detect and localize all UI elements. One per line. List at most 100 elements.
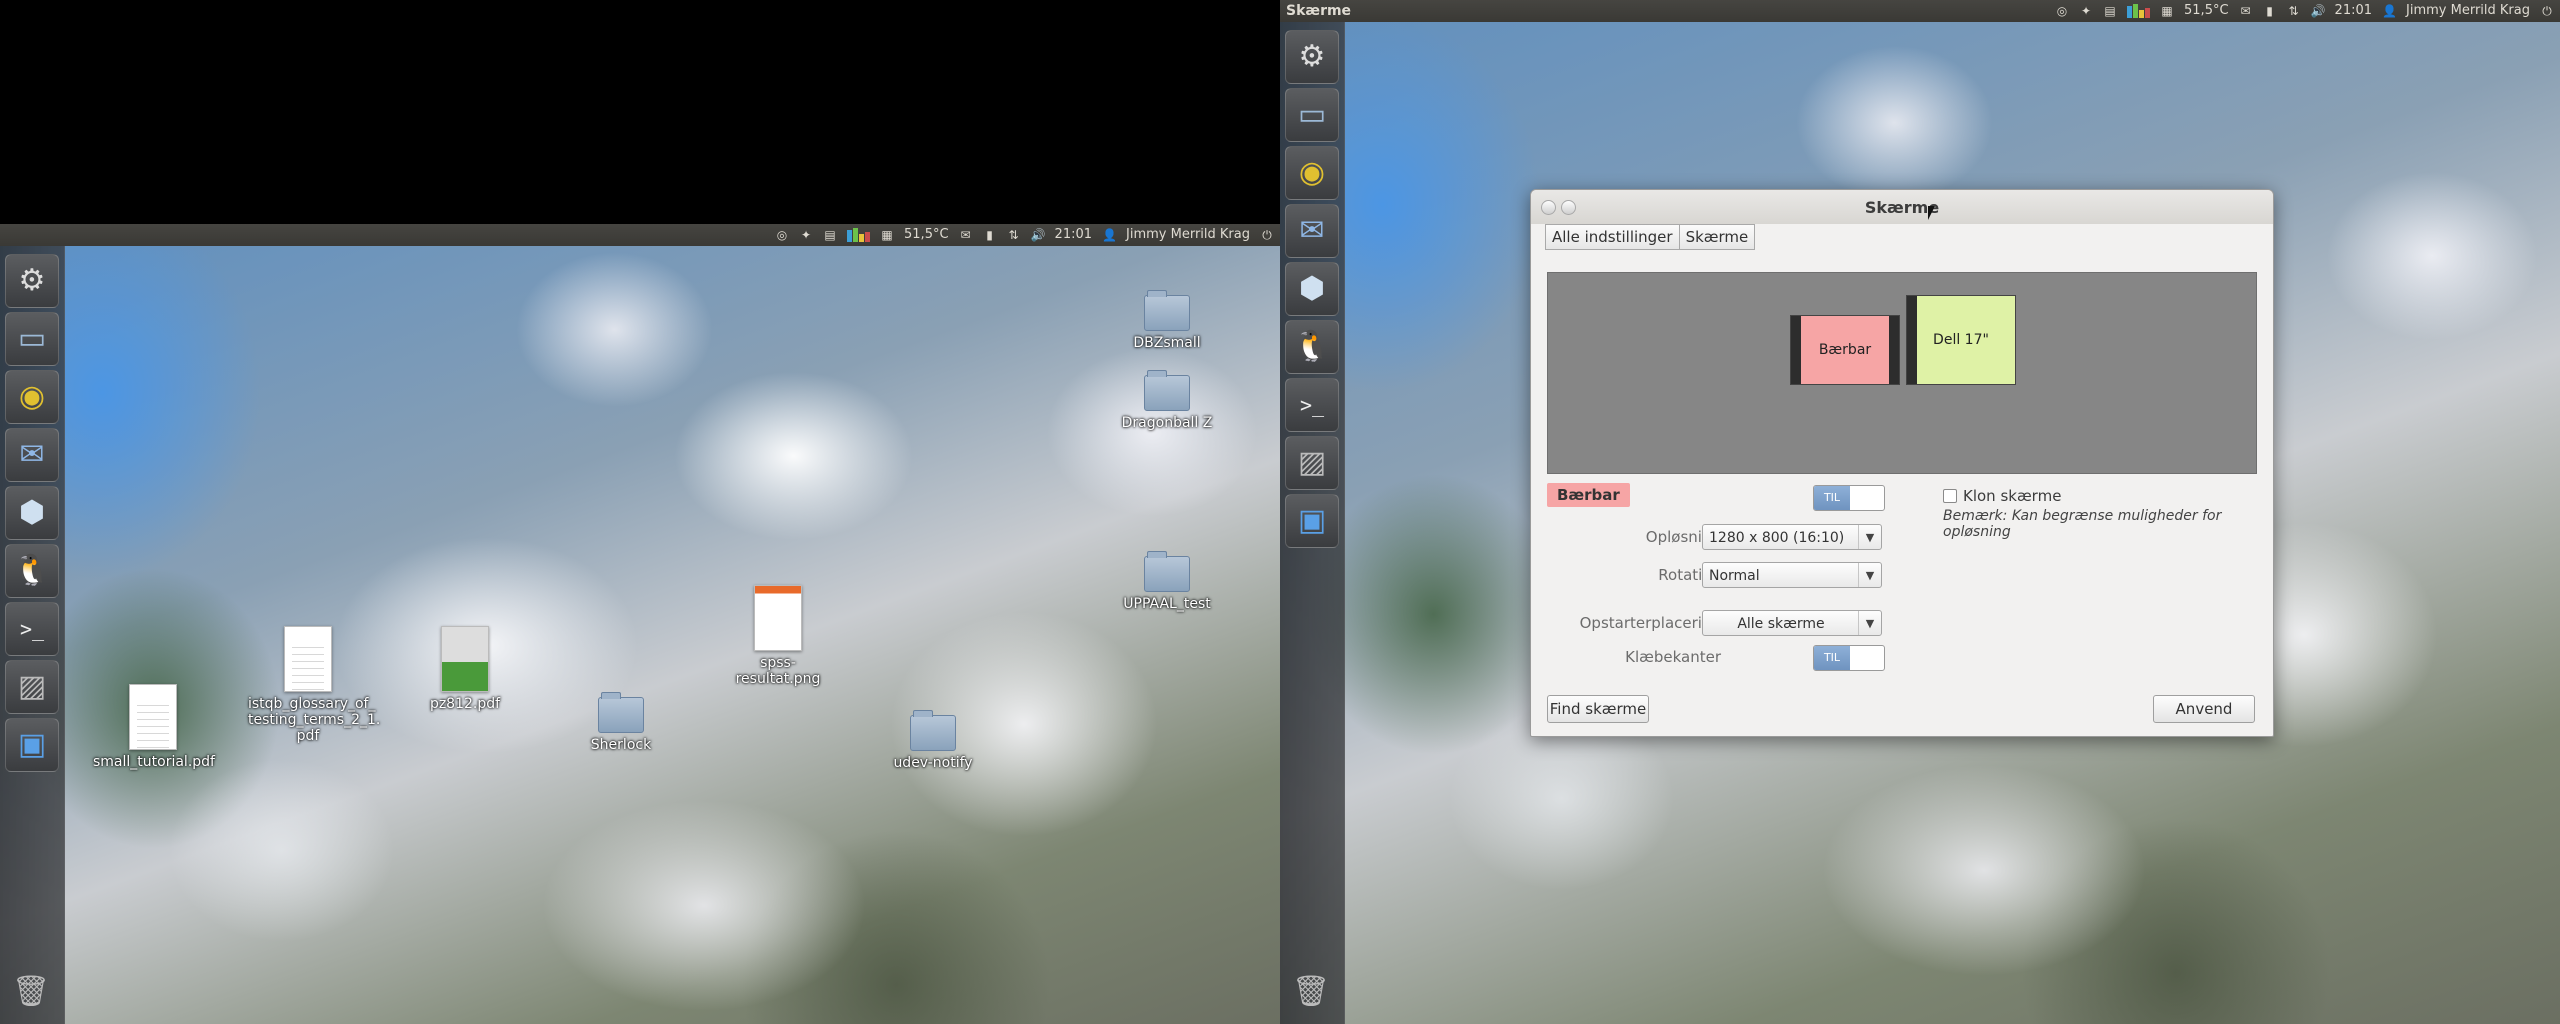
desktop-file-spss[interactable]: spss-resultat.png xyxy=(718,585,838,687)
resolution-select[interactable]: 1280 x 800 (16:10) ▼ xyxy=(1702,524,1882,550)
launcher-placement-value: Alle skærme xyxy=(1737,616,1825,632)
desktop-folder-sherlock[interactable]: Sherlock xyxy=(561,692,681,753)
session-icon[interactable]: ⏻ xyxy=(2540,5,2554,17)
clone-displays-row: Klon skærme xyxy=(1943,487,2061,505)
system-monitor-icon[interactable]: ▨ xyxy=(5,660,59,714)
monitor-box-laptop[interactable]: Bærbar xyxy=(1790,315,1900,385)
network-icon[interactable]: ◎ xyxy=(2055,5,2069,17)
desktop-folder-dbzsmall[interactable]: DBZsmall xyxy=(1107,290,1227,351)
tux-icon[interactable]: 🐧 xyxy=(1285,320,1339,374)
tux-icon[interactable]: 🐧 xyxy=(5,544,59,598)
mail-icon[interactable]: ✉ xyxy=(2239,5,2253,17)
desktop-file-istqb[interactable]: istqb_glossary_of_ testing_terms_2_1. pd… xyxy=(248,626,380,744)
mail-icon[interactable]: ✉ xyxy=(959,229,973,241)
display-settings-icon[interactable]: ▣ xyxy=(1285,494,1339,548)
desktop-icon-label: Sherlock xyxy=(590,737,652,753)
files-icon[interactable]: ▭ xyxy=(5,312,59,366)
clipboard-icon[interactable]: ▤ xyxy=(823,229,837,241)
dropbox-icon[interactable]: ✦ xyxy=(799,229,813,241)
apply-button[interactable]: Anvend xyxy=(2153,695,2255,723)
network-transfer-icon[interactable]: ⇅ xyxy=(2287,5,2301,17)
image-thumbnail xyxy=(754,585,802,651)
user-name[interactable]: Jimmy Merrild Krag xyxy=(2406,0,2530,22)
monitor-arrangement-area[interactable]: Bærbar Dell 17" xyxy=(1547,272,2257,474)
rotation-value: Normal xyxy=(1709,568,1760,584)
dialog-title: Skærme xyxy=(1864,198,1940,217)
thunderbird-icon[interactable]: ✉ xyxy=(1285,204,1339,258)
volume-icon[interactable]: 🔊 xyxy=(1031,229,1046,241)
window-title: Skærme xyxy=(1286,3,1352,19)
trash-icon[interactable]: 🗑 xyxy=(5,966,57,1018)
sticky-edges-toggle[interactable]: TIL xyxy=(1813,645,1885,671)
desktop-icon-label: UPPAAL_test xyxy=(1123,596,1211,612)
document-icon xyxy=(129,684,177,750)
top-panel-left: ◎ ✦ ▤ ▦ 51,5°C ✉ ▮ ⇅ 🔊 21:01 👤 Jimmy Mer… xyxy=(0,224,1280,246)
dialog-titlebar[interactable]: Skærme xyxy=(1531,190,2273,224)
desktop-folder-udev-notify[interactable]: udev-notify xyxy=(873,710,993,771)
dash-icon[interactable]: ⚙ xyxy=(5,254,59,308)
network-transfer-icon[interactable]: ⇅ xyxy=(1007,229,1021,241)
desktop-icon-label: spss-resultat.png xyxy=(735,655,821,687)
folder-icon xyxy=(1144,551,1190,592)
folder-icon xyxy=(598,692,644,733)
system-monitor-icon[interactable]: ▨ xyxy=(1285,436,1339,490)
dropbox-icon[interactable]: ✦ xyxy=(2079,5,2093,17)
clone-displays-label[interactable]: Klon skærme xyxy=(1963,487,2061,505)
desktop-folder-uppaal[interactable]: UPPAAL_test xyxy=(1107,551,1227,612)
breadcrumb: Alle indstillinger Skærme xyxy=(1545,224,1756,250)
temperature-text[interactable]: 51,5°C xyxy=(904,224,949,246)
network-icon[interactable]: ◎ xyxy=(775,229,789,241)
clock[interactable]: 21:01 xyxy=(2335,0,2372,22)
desktop-icon-label: istqb_glossary_of_ testing_terms_2_1. pd… xyxy=(248,696,381,744)
desktop-icon-label: small_tutorial.pdf xyxy=(93,754,215,770)
monitor-power-toggle[interactable]: TIL xyxy=(1813,485,1885,511)
rotation-label: Rotation xyxy=(1658,566,1721,584)
breadcrumb-all-settings[interactable]: Alle indstillinger xyxy=(1545,224,1680,250)
desktop-file-small-tutorial[interactable]: small_tutorial.pdf xyxy=(93,684,215,770)
selected-monitor-label: Bærbar xyxy=(1547,483,1630,507)
battery-icon[interactable]: ▮ xyxy=(2263,5,2277,17)
launcher-left: ⚙ ▭ ◉ ✉ ⬢ 🐧 >_ ▨ ▣ 🗑 xyxy=(0,246,65,1024)
battery-icon[interactable]: ▮ xyxy=(983,229,997,241)
display-settings-dialog: Skærme Alle indstillinger Skærme Bærbar … xyxy=(1530,189,2274,737)
user-name[interactable]: Jimmy Merrild Krag xyxy=(1126,224,1250,246)
dash-icon[interactable]: ⚙ xyxy=(1285,30,1339,84)
system-load-icon[interactable] xyxy=(847,228,871,242)
files-icon[interactable]: ▭ xyxy=(1285,88,1339,142)
desktop-file-pz812[interactable]: pz812.pdf xyxy=(405,626,525,712)
session-icon[interactable]: ⏻ xyxy=(1260,229,1274,241)
toggle-on-label: TIL xyxy=(1814,486,1850,510)
resolution-value: 1280 x 800 (16:10) xyxy=(1709,530,1845,546)
clone-displays-checkbox[interactable] xyxy=(1943,489,1957,503)
launcher-placement-select[interactable]: Alle skærme ▼ xyxy=(1702,610,1882,636)
temperature-text[interactable]: 51,5°C xyxy=(2184,0,2229,22)
thunderbird-icon[interactable]: ✉ xyxy=(5,428,59,482)
trash-icon[interactable]: 🗑 xyxy=(1285,966,1337,1018)
terminal-icon[interactable]: >_ xyxy=(1285,378,1339,432)
monitor-box-dell[interactable]: Dell 17" xyxy=(1906,295,2016,385)
clock[interactable]: 21:01 xyxy=(1055,224,1092,246)
document-icon xyxy=(284,626,332,692)
chrome-icon[interactable]: ◉ xyxy=(5,370,59,424)
detect-displays-button[interactable]: Find skærme xyxy=(1547,695,1649,723)
chevron-down-icon: ▼ xyxy=(1858,525,1881,549)
desktop-wallpaper xyxy=(0,235,1280,1024)
breadcrumb-displays[interactable]: Skærme xyxy=(1679,224,1756,250)
chrome-icon[interactable]: ◉ xyxy=(1285,146,1339,200)
monitor-box-label: Dell 17" xyxy=(1933,332,1989,348)
desktop-icon-label: udev-notify xyxy=(893,755,973,771)
folder-icon xyxy=(1144,370,1190,411)
temperature-icon: ▦ xyxy=(2161,4,2173,18)
sticky-edges-label: Klæbekanter xyxy=(1625,648,1721,666)
clipboard-icon[interactable]: ▤ xyxy=(2103,5,2117,17)
system-load-icon[interactable] xyxy=(2127,4,2151,18)
terminal-icon[interactable]: >_ xyxy=(5,602,59,656)
folder-icon xyxy=(910,710,956,751)
rotation-select[interactable]: Normal ▼ xyxy=(1702,562,1882,588)
user-icon: 👤 xyxy=(2382,4,2397,18)
display-settings-icon[interactable]: ▣ xyxy=(5,718,59,772)
volume-icon[interactable]: 🔊 xyxy=(2311,5,2326,17)
virtualbox-icon[interactable]: ⬢ xyxy=(5,486,59,540)
virtualbox-icon[interactable]: ⬢ xyxy=(1285,262,1339,316)
desktop-folder-dragonball[interactable]: Dragonball Z xyxy=(1107,370,1227,431)
